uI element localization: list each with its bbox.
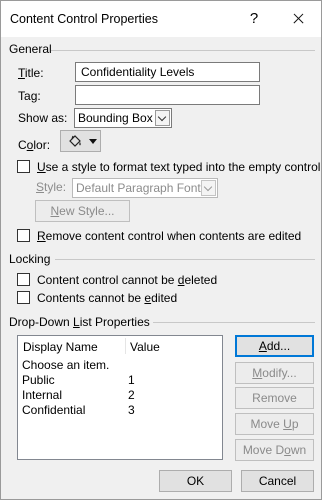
color-label: Color: (18, 138, 51, 152)
chevron-down-icon (155, 110, 170, 126)
color-picker-button[interactable] (60, 130, 101, 152)
title-label: Title: (18, 66, 44, 80)
cannot-edit-checkbox[interactable] (17, 291, 30, 304)
column-header-value[interactable]: Value (130, 340, 160, 354)
dropdown-items-list[interactable]: Display Name Value Choose an item. Publi… (17, 335, 223, 460)
dropdown-arrow-icon (89, 139, 97, 144)
column-header-display-name[interactable]: Display Name (23, 340, 98, 354)
show-as-select[interactable]: Bounding Box (74, 108, 172, 128)
cannot-delete-checkbox[interactable] (17, 273, 30, 286)
list-item-value[interactable]: 1 (128, 373, 135, 387)
style-label: Style: (36, 180, 67, 194)
content-control-properties-dialog: Content Control Properties ? General Tit… (0, 0, 322, 500)
remove-when-edited-checkbox[interactable] (17, 229, 30, 242)
chevron-down-icon (201, 180, 216, 196)
ok-button[interactable]: OK (159, 470, 232, 492)
help-button[interactable]: ? (240, 6, 268, 32)
locking-section-label: Locking (9, 252, 51, 266)
add-button[interactable]: Add... (235, 335, 314, 357)
cannot-edit-label: Contents cannot be edited (37, 291, 178, 305)
list-item-display[interactable]: Choose an item. (22, 358, 109, 372)
tag-label: Tag: (18, 89, 41, 103)
locking-divider (55, 259, 315, 260)
general-divider (51, 50, 315, 51)
list-item-display[interactable]: Confidential (22, 403, 85, 417)
list-item-value[interactable]: 2 (128, 388, 135, 402)
use-style-checkbox[interactable] (17, 160, 30, 173)
tag-input[interactable] (75, 85, 260, 105)
title-bar: Content Control Properties ? (1, 1, 321, 37)
dialog-title: Content Control Properties (10, 12, 158, 26)
general-section-label: General (9, 42, 52, 56)
cannot-delete-label: Content control cannot be deleted (37, 273, 218, 287)
show-as-label: Show as: (18, 111, 68, 125)
list-item-display[interactable]: Public (22, 373, 55, 387)
paint-bucket-icon (69, 135, 81, 147)
use-style-label: Use a style to format text typed into th… (37, 160, 321, 174)
move-down-button[interactable]: Move Down (235, 439, 314, 461)
modify-button[interactable]: Modify... (235, 362, 314, 384)
move-up-button[interactable]: Move Up (235, 413, 314, 435)
remove-button[interactable]: Remove (235, 387, 314, 409)
show-as-value: Bounding Box (78, 111, 153, 125)
list-item-display[interactable]: Internal (22, 388, 62, 402)
close-icon[interactable] (283, 6, 313, 32)
cancel-button[interactable]: Cancel (241, 470, 314, 492)
style-select[interactable]: Default Paragraph Font (72, 178, 218, 198)
dropdown-section-label: Drop-Down List Properties (9, 315, 150, 329)
column-separator (125, 338, 126, 354)
remove-when-edited-label: Remove content control when contents are… (37, 229, 302, 243)
style-value: Default Paragraph Font (76, 181, 201, 195)
new-style-button[interactable]: New Style... (35, 200, 130, 222)
title-input[interactable]: Confidentiality Levels (75, 62, 260, 82)
dropdown-divider (153, 322, 315, 323)
list-item-value[interactable]: 3 (128, 403, 135, 417)
